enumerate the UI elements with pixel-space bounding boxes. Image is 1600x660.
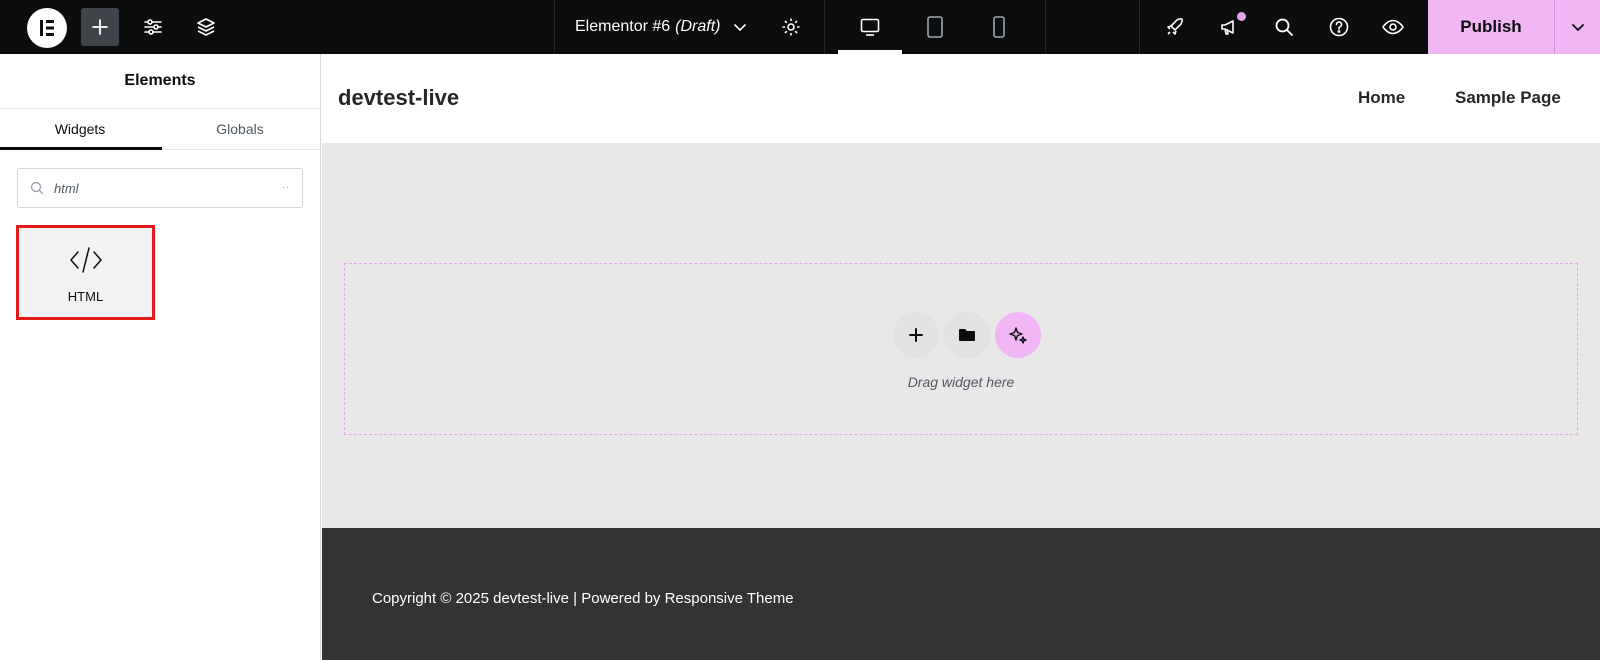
mobile-icon bbox=[993, 16, 1005, 38]
widget-html[interactable]: HTML bbox=[16, 225, 155, 320]
publish-options-button[interactable] bbox=[1555, 0, 1600, 54]
site-footer: Copyright © 2025 devtest-live | Powered … bbox=[322, 528, 1600, 660]
plus-icon bbox=[909, 328, 923, 342]
panel-title: Elements bbox=[0, 54, 320, 109]
document-status: (Draft) bbox=[675, 18, 721, 35]
search-clear[interactable]: .. bbox=[282, 179, 290, 191]
nav-item-home[interactable]: Home bbox=[1358, 88, 1405, 108]
widget-search-input[interactable]: html .. bbox=[17, 168, 303, 208]
help-icon bbox=[1329, 17, 1349, 37]
tablet-icon bbox=[927, 16, 943, 38]
structure-button[interactable] bbox=[187, 0, 225, 54]
divider bbox=[824, 0, 825, 54]
chevron-down-icon bbox=[1571, 24, 1584, 32]
divider bbox=[1139, 0, 1140, 54]
publish-button[interactable]: Publish bbox=[1428, 0, 1554, 54]
device-desktop-button[interactable] bbox=[838, 0, 902, 54]
active-tab-indicator bbox=[0, 147, 162, 150]
whats-new-button[interactable] bbox=[1210, 0, 1248, 54]
chevron-down-icon bbox=[733, 24, 746, 32]
sliders-icon bbox=[144, 19, 162, 35]
gear-icon bbox=[782, 18, 800, 36]
page-settings-button[interactable] bbox=[772, 0, 810, 54]
add-section-button[interactable] bbox=[893, 312, 939, 358]
elements-panel: Elements Widgets Globals html .. HTML bbox=[0, 54, 321, 660]
plus-icon bbox=[92, 19, 108, 35]
widget-dropzone[interactable]: Drag widget here bbox=[344, 263, 1578, 435]
search-value: html bbox=[54, 180, 79, 196]
finder-button[interactable] bbox=[1265, 0, 1303, 54]
preview-button[interactable] bbox=[1374, 0, 1412, 54]
megaphone-icon bbox=[1221, 20, 1234, 35]
notification-dot bbox=[1237, 12, 1246, 21]
launchpad-button[interactable] bbox=[1156, 0, 1194, 54]
footer-copyright: Copyright © 2025 devtest-live | Powered … bbox=[372, 590, 794, 607]
document-menu[interactable]: Elementor #6 (Draft) bbox=[575, 0, 747, 54]
sparkle-icon bbox=[1009, 327, 1027, 344]
nav-item-sample-page[interactable]: Sample Page bbox=[1455, 88, 1561, 108]
add-element-button[interactable] bbox=[81, 8, 119, 46]
tab-globals[interactable]: Globals bbox=[160, 109, 320, 149]
divider bbox=[1045, 0, 1046, 54]
eye-icon bbox=[1382, 19, 1404, 35]
rocket-icon bbox=[1167, 18, 1183, 35]
document-title: Elementor #6 bbox=[575, 18, 671, 35]
content-area: Drag widget here bbox=[322, 143, 1600, 528]
add-template-button[interactable] bbox=[944, 312, 990, 358]
search-icon bbox=[30, 181, 44, 195]
editor-topbar: Elementor #6 (Draft) Publish bbox=[0, 0, 1600, 54]
widget-label: HTML bbox=[67, 289, 104, 304]
panel-tabs: Widgets Globals bbox=[0, 109, 320, 150]
site-title[interactable]: devtest-live bbox=[338, 85, 459, 111]
code-icon bbox=[68, 245, 104, 280]
tab-widgets[interactable]: Widgets bbox=[0, 109, 160, 149]
site-header: devtest-live Home Sample Page bbox=[322, 54, 1600, 143]
search-icon bbox=[1275, 18, 1293, 36]
device-tablet-button[interactable] bbox=[903, 0, 967, 54]
device-mobile-button[interactable] bbox=[967, 0, 1031, 54]
desktop-icon bbox=[860, 18, 880, 36]
help-button[interactable] bbox=[1320, 0, 1358, 54]
dropzone-hint: Drag widget here bbox=[907, 374, 1015, 390]
folder-icon bbox=[959, 329, 975, 341]
layers-icon bbox=[197, 18, 215, 36]
site-settings-button[interactable] bbox=[134, 0, 172, 54]
elementor-logo-icon[interactable] bbox=[27, 8, 67, 48]
ai-generate-button[interactable] bbox=[995, 312, 1041, 358]
divider bbox=[554, 0, 555, 54]
